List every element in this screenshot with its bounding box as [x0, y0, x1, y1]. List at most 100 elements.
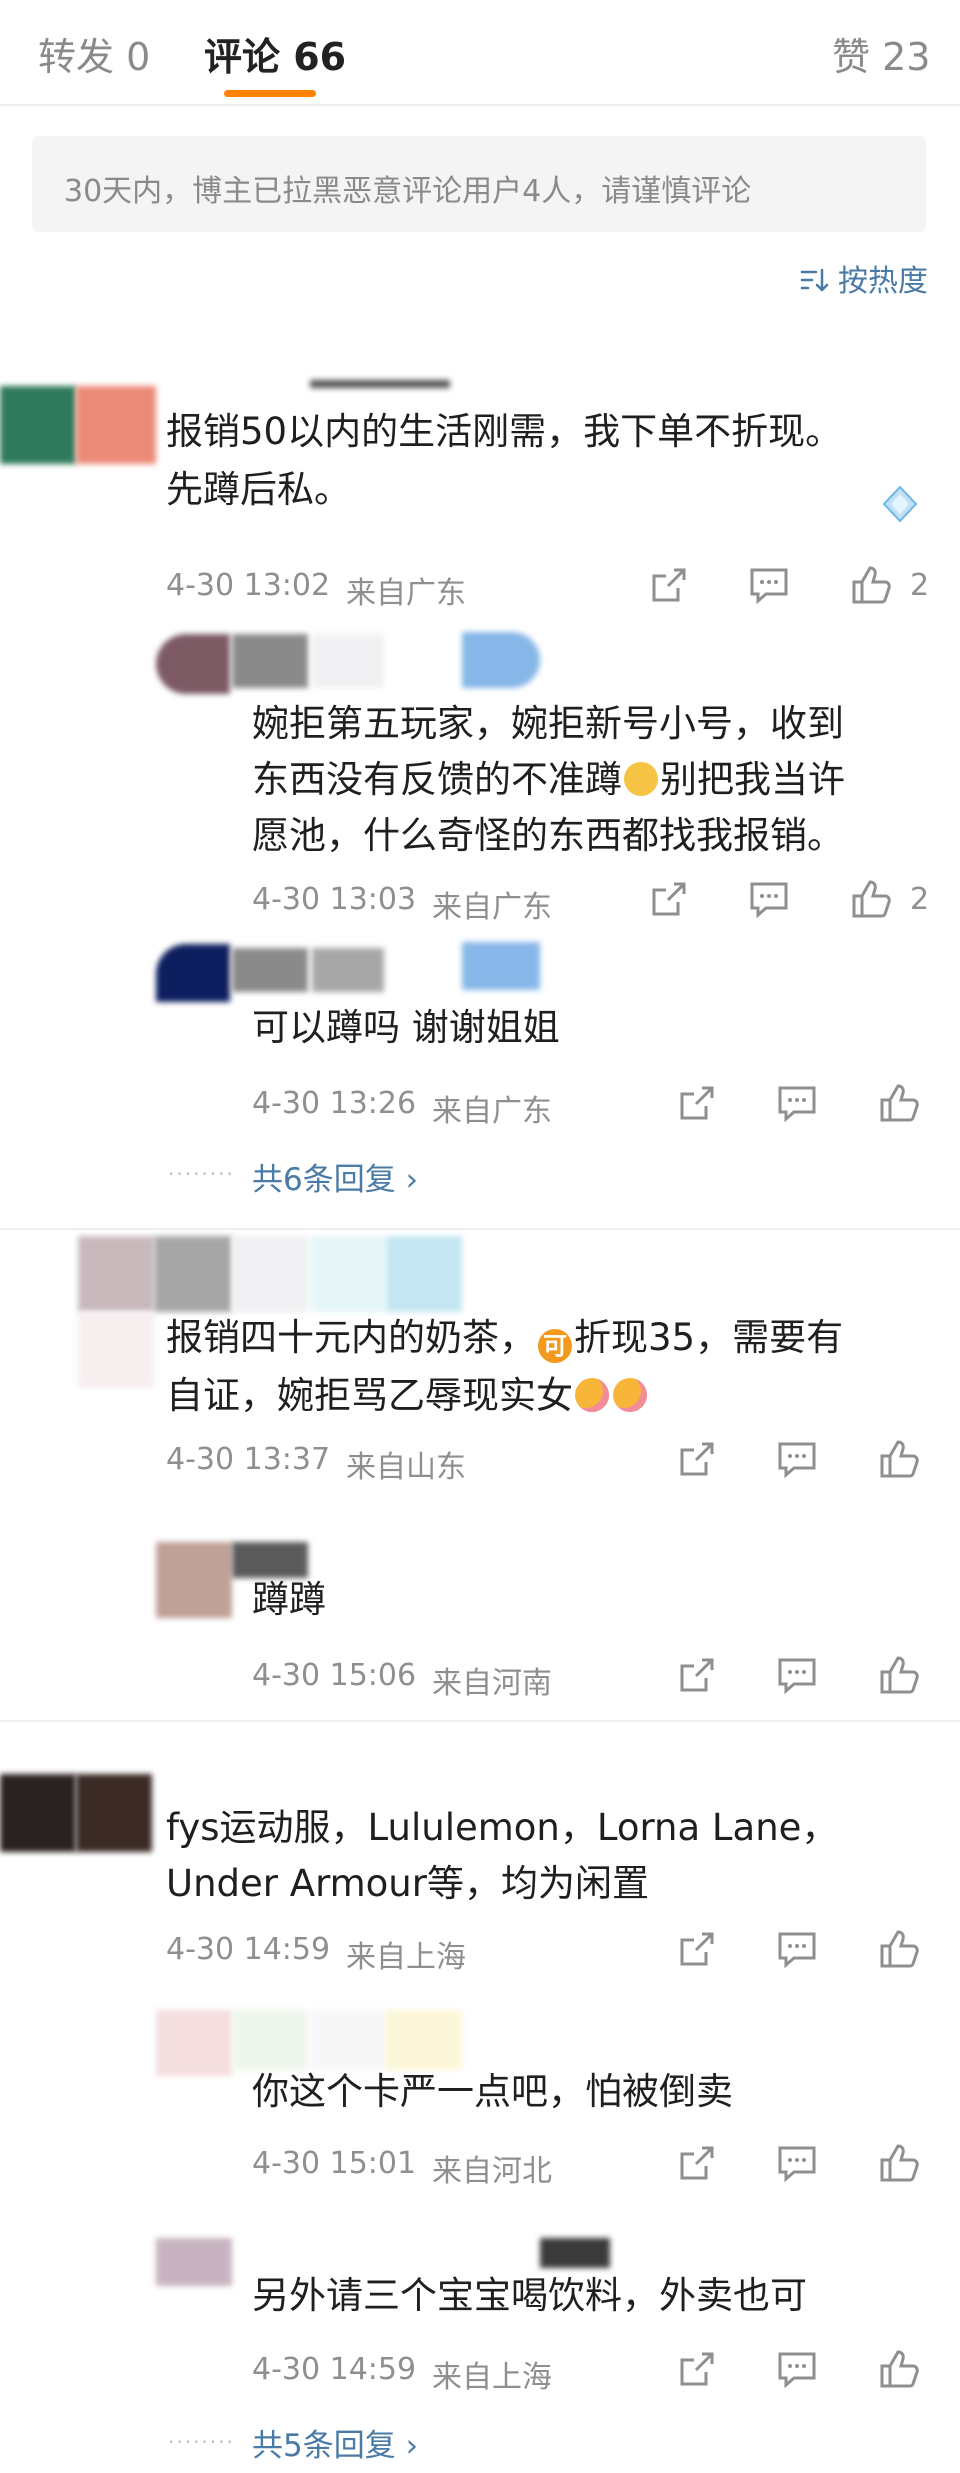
- reply-thread-dots: ········: [168, 2430, 235, 2454]
- username-blurred: [386, 1236, 462, 1312]
- like-icon[interactable]: [878, 1928, 920, 1970]
- username-blurred[interactable]: [232, 948, 308, 992]
- sort-icon: [800, 266, 832, 292]
- active-tab-indicator: [224, 90, 316, 97]
- sort-button[interactable]: 按热度: [800, 256, 928, 300]
- tab-comments[interactable]: 评论 66: [204, 26, 346, 81]
- view-replies-link[interactable]: 共6条回复 ›: [252, 1154, 418, 1199]
- comment-icon[interactable]: [776, 1654, 818, 1696]
- blush-emoji-icon: [613, 1378, 647, 1412]
- sort-label: 按热度: [838, 264, 928, 299]
- username-blurred: [312, 634, 384, 688]
- avatar[interactable]: [0, 386, 76, 464]
- avatar[interactable]: [78, 1236, 154, 1312]
- comment-location: 来自山东: [346, 1450, 466, 1485]
- comment-icon[interactable]: [776, 1438, 818, 1480]
- comment-text: 报销四十元内的奶茶，可折现35，需要有: [166, 1310, 843, 1366]
- avatar[interactable]: [156, 944, 230, 1002]
- comment-text: 报销50以内的生活刚需，我下单不折现。: [166, 410, 843, 453]
- comment-icon[interactable]: [748, 564, 790, 606]
- share-icon[interactable]: [676, 1438, 718, 1480]
- like-icon[interactable]: [878, 2348, 920, 2390]
- tab-likes[interactable]: 赞 23: [832, 26, 930, 81]
- username-blurred: [540, 2238, 610, 2268]
- reply-text: 另外请三个宝宝喝饮料，外卖也可: [252, 2274, 807, 2317]
- share-icon[interactable]: [676, 1928, 718, 1970]
- username-blurred[interactable]: [232, 2010, 308, 2070]
- comment-text: fys运动服，Lululemon，Lorna Lane，: [166, 1806, 839, 1849]
- avatar[interactable]: [156, 1542, 232, 1618]
- comment-icon[interactable]: [776, 1928, 818, 1970]
- ke-emoji-icon: 可: [538, 1329, 572, 1363]
- comment-time: 4-30 13:02: [166, 568, 331, 603]
- reply-location: 来自河北: [432, 2154, 552, 2189]
- like-icon[interactable]: [878, 1438, 920, 1480]
- comment-icon[interactable]: [776, 1082, 818, 1124]
- like-icon[interactable]: [878, 1654, 920, 1696]
- reply-location: 来自广东: [432, 1094, 552, 1129]
- username-blurred[interactable]: [154, 1236, 232, 1312]
- username-blurred: [386, 2010, 462, 2070]
- comment-tabs: 转发 0 评论 66 赞 23: [0, 0, 960, 106]
- share-icon[interactable]: [648, 564, 690, 606]
- comment-divider: [0, 1720, 960, 1722]
- view-replies-link[interactable]: 共5条回复 ›: [252, 2420, 418, 2465]
- avatar[interactable]: [0, 1774, 76, 1852]
- comment-icon[interactable]: [776, 2348, 818, 2390]
- like-icon[interactable]: [850, 564, 892, 606]
- reply-thread-dots: ········: [168, 1162, 235, 1186]
- avatar[interactable]: [156, 634, 230, 694]
- username-blurred: [232, 1236, 308, 1312]
- reply-text: 蹲蹲: [252, 1578, 326, 1621]
- reply-location: 来自河南: [432, 1666, 552, 1701]
- reply-location: 来自广东: [432, 890, 552, 925]
- username-blurred[interactable]: [232, 634, 308, 688]
- reply-time: 4-30 14:59: [252, 2352, 417, 2387]
- comment-location: 来自广东: [346, 576, 466, 611]
- share-icon[interactable]: [648, 878, 690, 920]
- comment-icon[interactable]: [776, 2142, 818, 2184]
- comment-location: 来自上海: [346, 1940, 466, 1975]
- share-icon[interactable]: [676, 2142, 718, 2184]
- comment-text: Under Armour等，均为闲置: [166, 1862, 649, 1905]
- reply-time: 4-30 13:03: [252, 882, 417, 917]
- like-icon[interactable]: [878, 2142, 920, 2184]
- comment-icon[interactable]: [748, 878, 790, 920]
- reply-time: 4-30 13:26: [252, 1086, 417, 1121]
- reply-time: 4-30 15:01: [252, 2146, 417, 2181]
- moderation-notice: 30天内，博主已拉黑恶意评论用户4人，请谨慎评论: [32, 136, 926, 232]
- username-blurred: [462, 632, 540, 688]
- like-count: 2: [910, 568, 930, 603]
- comment-text: 先蹲后私。: [166, 468, 351, 511]
- tab-reposts[interactable]: 转发 0: [38, 26, 150, 81]
- reply-text: 东西没有反馈的不准蹲 别把我当许: [252, 758, 845, 801]
- username-blurred: [462, 942, 540, 990]
- reply-text: 婉拒第五玩家，婉拒新号小号，收到: [252, 702, 844, 745]
- comment-time: 4-30 13:37: [166, 1442, 331, 1477]
- like-count: 2: [910, 882, 930, 917]
- reply-location: 来自上海: [432, 2360, 552, 2395]
- avatar: [78, 1312, 154, 1388]
- avatar[interactable]: [156, 2010, 232, 2076]
- reply-text: 愿池，什么奇怪的东西都找我报销。: [252, 814, 844, 857]
- comment-text: 自证，婉拒骂乙辱现实女: [166, 1368, 649, 1424]
- chevron-right-icon: ›: [395, 2428, 418, 2464]
- notice-text: 30天内，博主已拉黑恶意评论用户4人，请谨慎评论: [64, 174, 752, 209]
- reply-text: 你这个卡严一点吧，怕被倒卖: [252, 2070, 733, 2113]
- username-blurred: [310, 1236, 386, 1312]
- share-icon[interactable]: [676, 2348, 718, 2390]
- comment-divider: [0, 1228, 960, 1230]
- chevron-right-icon: ›: [395, 1162, 418, 1198]
- share-icon[interactable]: [676, 1654, 718, 1696]
- username-blurred: [312, 948, 384, 992]
- like-icon[interactable]: [850, 878, 892, 920]
- sleepy-emoji-icon: [624, 762, 658, 796]
- diamond-icon: [880, 484, 920, 524]
- share-icon[interactable]: [676, 1082, 718, 1124]
- reply-text: 可以蹲吗 谢谢姐姐: [252, 1006, 560, 1049]
- avatar[interactable]: [156, 2238, 232, 2286]
- username-blurred[interactable]: [76, 386, 156, 464]
- blush-emoji-icon: [575, 1378, 609, 1412]
- like-icon[interactable]: [878, 1082, 920, 1124]
- username-blurred[interactable]: [76, 1774, 152, 1852]
